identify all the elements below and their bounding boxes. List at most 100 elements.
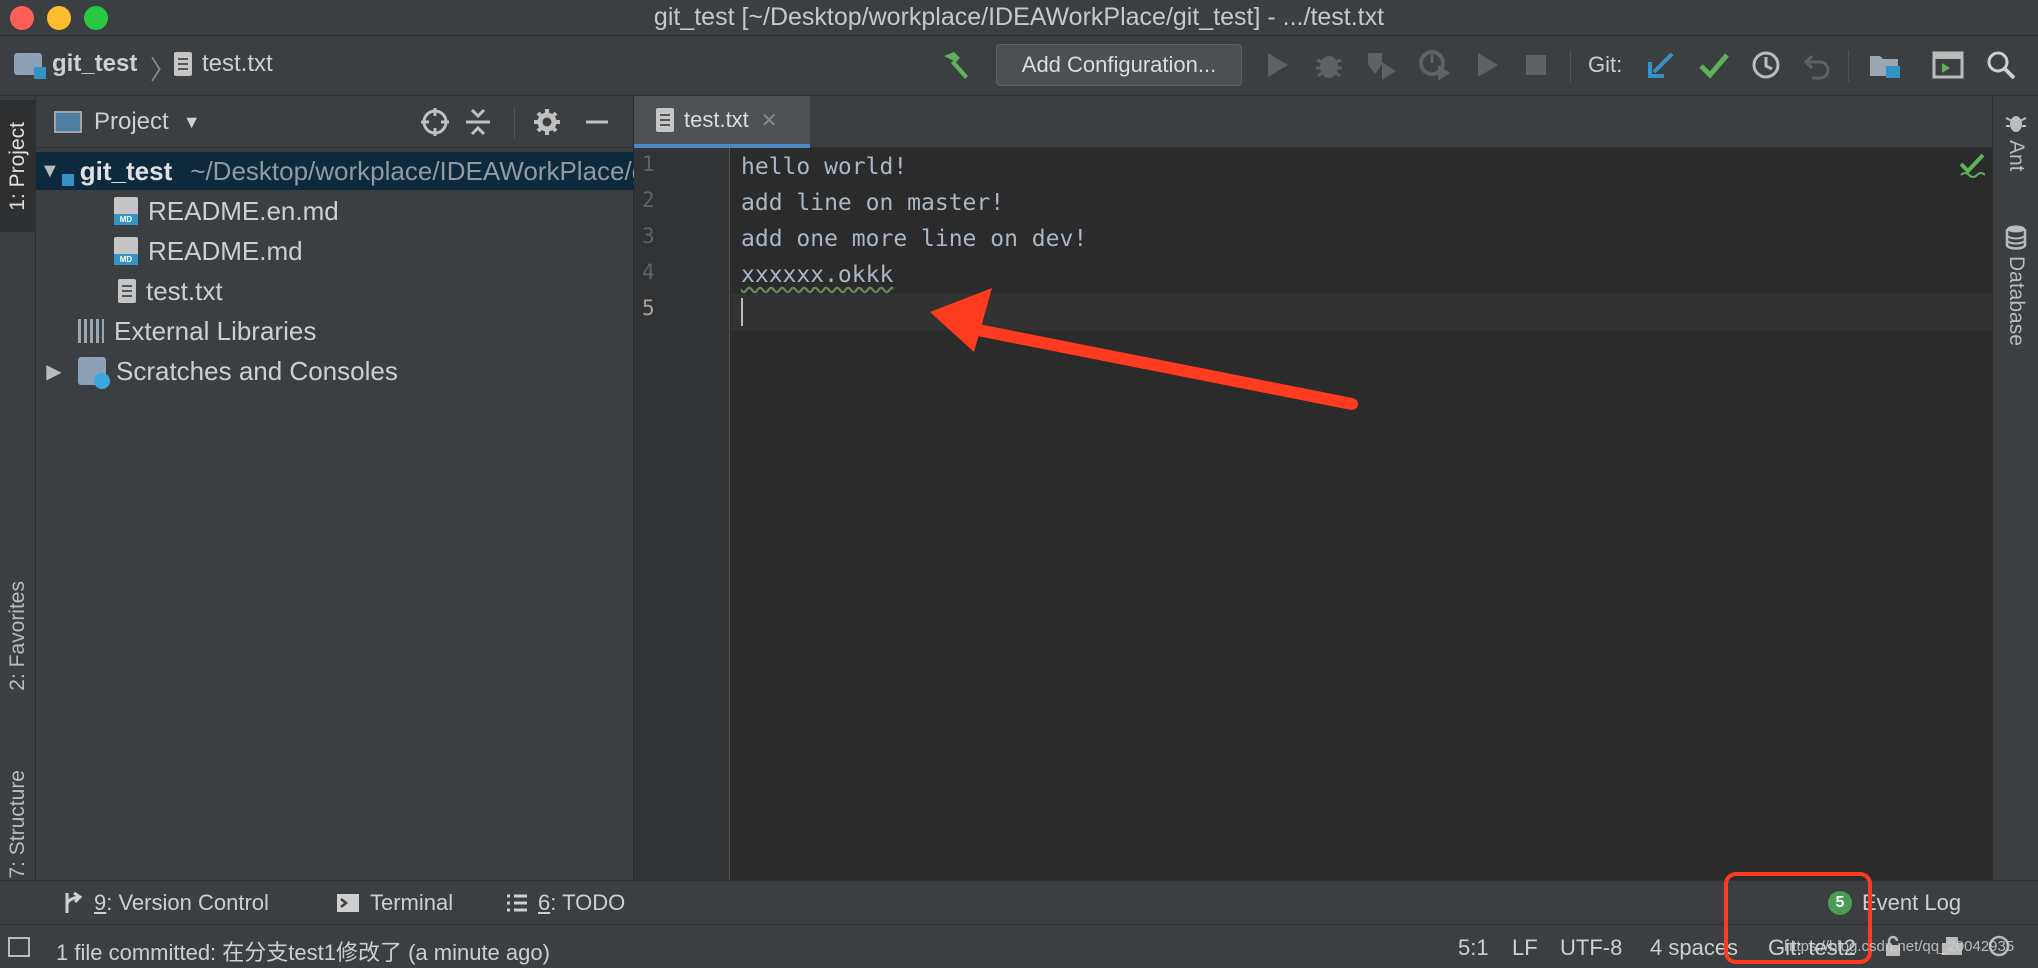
collapse-all-icon[interactable] [464,106,492,138]
ide-window: git_test [~/Desktop/workplace/IDEAWorkPl… [0,0,2038,968]
hammer-icon[interactable] [938,44,972,86]
library-icon [78,319,104,343]
version-control-label: : Version Control [106,890,269,915]
breadcrumb-file-label: test.txt [202,50,273,77]
git-commit-icon[interactable] [1698,44,1730,86]
locate-file-icon[interactable] [420,106,450,138]
todo-list-icon [507,894,527,912]
git-update-icon[interactable] [1646,44,1676,86]
tree-item-label: Scratches and Consoles [116,355,398,386]
panel-divider [514,108,515,138]
module-folder-icon [14,53,46,79]
tab-project-label: 1: Project [6,121,29,211]
tree-root-git-test[interactable]: ▼ git_test ~/Desktop/workplace/IDEAWorkP… [36,152,634,190]
breadcrumb-separator: 〉 [150,55,177,85]
tree-item-label: External Libraries [114,315,317,346]
tab-database-label: Database [2005,256,2028,346]
ant-icon [2005,116,2027,132]
tab-database[interactable]: Database [1993,224,2038,346]
scratches-icon [78,357,110,389]
version-control-button[interactable]: 9 : Version Control [62,890,269,916]
caret-position[interactable]: 5:1 [1458,935,1489,961]
code-line: add line on master! [741,190,1005,216]
markdown-file-icon [114,237,138,265]
gear-icon[interactable] [532,106,562,138]
terminal-icon [337,894,359,912]
tab-favorites-label: 2: Favorites [6,581,29,691]
add-configuration-button[interactable]: Add Configuration... [996,44,1242,86]
project-tool-window: Project ▼ ▼ git_test ~/Desktop/workplace… [36,96,634,880]
inspection-ok-icon[interactable] [1959,152,1986,185]
tree-item-scratches[interactable]: ▶ Scratches and Consoles [36,352,634,390]
tree-root-label: git_test [79,155,173,186]
tab-test-txt[interactable]: test.txt ✕ [634,96,810,148]
file-encoding[interactable]: UTF-8 [1560,935,1622,961]
tab-ant[interactable]: Ant [1993,110,2038,172]
run-anything-icon[interactable] [1474,44,1500,86]
right-tool-strip: Ant Database [1992,96,2038,880]
line-number-current: 5 [642,296,655,320]
line-number: 2 [642,188,655,212]
left-tool-strip: 1: Project 2: Favorites 7: Structure [0,96,36,880]
tree-item-readme[interactable]: README.md [36,232,634,270]
tab-structure-label: 7: Structure [6,769,29,879]
tab-label: test.txt [684,107,749,132]
current-line-highlight [731,294,1992,330]
project-panel-icon [54,111,82,133]
event-log-label: Event Log [1862,890,1962,915]
text-file-icon [174,52,192,76]
toolbar-divider [1570,50,1571,82]
tree-item-label: README.md [148,235,303,266]
stop-icon[interactable] [1524,44,1548,86]
code-editor[interactable]: hello world! add line on master! add one… [731,148,1992,880]
close-icon[interactable]: ✕ [761,108,778,133]
search-icon[interactable] [1986,44,2016,86]
git-label: Git: [1588,52,1623,77]
code-line: add one more line on dev! [741,226,1088,252]
expand-arrow-icon[interactable]: ▼ [40,160,60,183]
toggle-tool-windows-icon[interactable] [8,937,30,957]
project-structure-icon[interactable] [1868,44,1902,86]
breadcrumb-file[interactable]: test.txt [174,50,273,78]
breadcrumb-project-label: git_test [52,50,138,77]
line-number-gutter: 1 2 3 4 5 [634,148,730,880]
tree-item-test-txt[interactable]: test.txt [36,272,634,310]
line-number: 4 [642,260,655,284]
breadcrumb-project[interactable]: git_test [14,50,138,79]
collapsed-arrow-icon[interactable]: ▶ [40,359,68,384]
code-line: hello world! [741,154,908,180]
line-number: 3 [642,224,655,248]
profile-icon[interactable] [1418,44,1452,86]
coverage-icon[interactable] [1364,44,1398,86]
hide-panel-icon[interactable] [584,106,610,138]
tree-root-path: ~/Desktop/workplace/IDEAWorkPlace/git_te… [190,155,634,186]
terminal-button[interactable]: Terminal [336,890,453,916]
tree-item-readme-en[interactable]: README.en.md [36,192,634,230]
line-separator[interactable]: LF [1512,935,1538,961]
code-line: xxxxxx.okkk [741,262,894,288]
status-message[interactable]: 1 file committed: 在分支test1修改了 (a minute … [56,935,550,967]
todo-label: : TODO [550,890,626,915]
run-icon[interactable] [1264,44,1290,86]
tree-item-external-libraries[interactable]: External Libraries [36,312,634,350]
text-file-icon [656,108,674,132]
project-panel-title: Project [94,108,169,135]
debug-icon[interactable] [1314,44,1344,86]
terminal-run-icon[interactable] [1932,44,1964,86]
git-rollback-icon[interactable] [1802,44,1832,86]
project-view-selector[interactable]: Project ▼ [54,108,201,136]
todo-number: 6 [538,890,551,915]
watermark: https://blog.csdn.net/qq_20042935 [1784,938,2015,955]
text-file-icon [118,279,136,303]
todo-button[interactable]: 6 : TODO [506,890,625,916]
project-panel-header: Project ▼ [36,96,634,148]
branch-icon [65,891,83,913]
tree-item-label: test.txt [146,275,223,306]
window-title: git_test [~/Desktop/workplace/IDEAWorkPl… [653,3,1385,31]
chevron-down-icon: ▼ [182,111,201,132]
tab-project[interactable]: 1: Project [0,100,36,232]
terminal-label: Terminal [370,890,454,915]
git-history-icon[interactable] [1750,44,1782,86]
database-icon [2005,225,2027,250]
editor-tab-bar: test.txt ✕ [634,96,1992,148]
